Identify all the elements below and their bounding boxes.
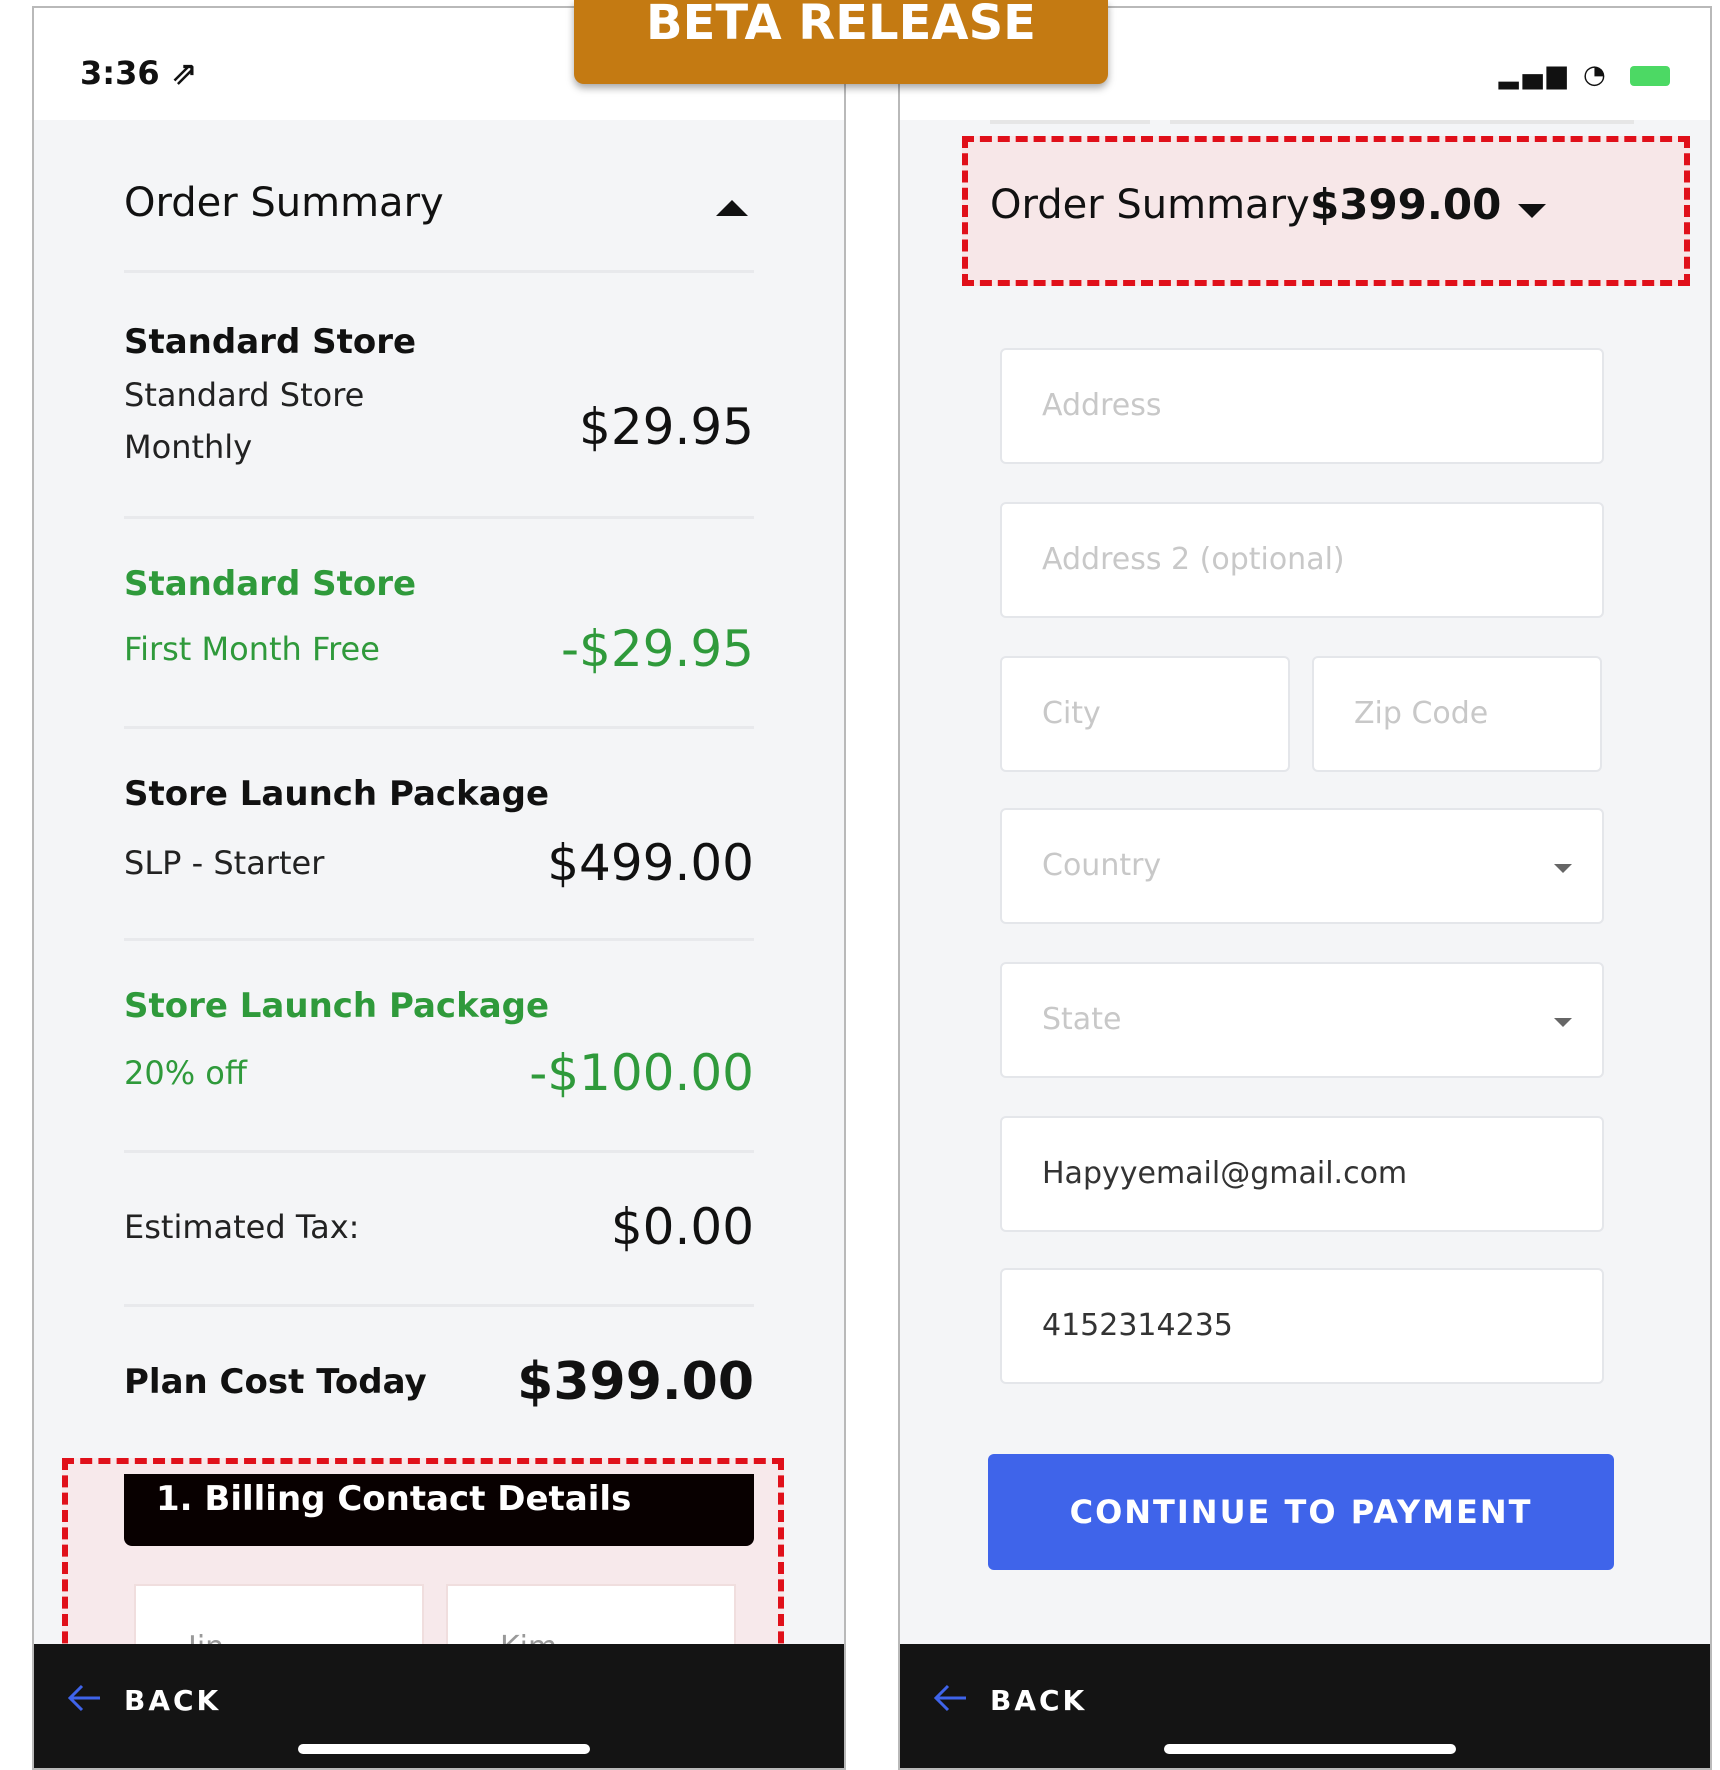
field-edge [990,120,1150,124]
signal-icon: ▂▄▆ [1498,60,1571,90]
chevron-down-icon [1554,1018,1572,1027]
divider [124,270,754,273]
line-item-price: $29.95 [579,398,754,456]
address2-field[interactable]: Address 2 (optional) [1000,502,1604,618]
continue-to-payment-button[interactable]: CONTINUE TO PAYMENT [988,1454,1614,1570]
divider [124,1304,754,1307]
order-summary-title[interactable]: Order Summary [990,182,1310,228]
divider [124,938,754,941]
order-summary-screen: 3:36 ⇗ Order Summary Standard Store Stan… [32,6,846,1770]
zip-code-field[interactable]: Zip Code [1312,656,1602,772]
chevron-down-icon[interactable] [1518,204,1546,218]
line-item-subtitle: Standard Store [124,376,365,414]
order-summary-title: Order Summary [124,180,444,226]
state-placeholder: State [1042,1002,1122,1037]
divider [124,1150,754,1153]
chevron-down-icon [1554,864,1572,873]
status-icons: ▂▄▆ ◔ [1499,60,1670,90]
back-arrow-icon[interactable] [64,1678,104,1718]
bottom-nav: BACK [900,1644,1710,1768]
plan-cost-total: $399.00 [517,1352,754,1412]
back-button[interactable]: BACK [124,1684,221,1717]
home-indicator [1164,1744,1456,1754]
billing-details-screen: ▂▄▆ ◔ Order Summary $399.00 Address Addr… [898,6,1712,1770]
state-select[interactable]: State [1000,962,1604,1078]
address-field[interactable]: Address [1000,348,1604,464]
discount-amount: -$29.95 [561,620,754,678]
estimated-tax-value: $0.00 [610,1198,754,1256]
phone-field[interactable]: 4152314235 [1000,1268,1604,1384]
city-field[interactable]: City [1000,656,1290,772]
discount-title: Standard Store [124,564,417,604]
discount-description: First Month Free [124,630,380,668]
beta-release-text: BETA RELEASE [646,0,1036,51]
divider [124,516,754,519]
wifi-icon: ◔ [1583,60,1610,90]
back-button[interactable]: BACK [990,1684,1087,1717]
beta-release-banner: BETA RELEASE [574,0,1108,84]
estimated-tax-label: Estimated Tax: [124,1208,360,1246]
divider [124,726,754,729]
status-time: 3:36 ⇗ [80,54,198,92]
order-summary-total[interactable]: $399.00 [1310,180,1501,229]
country-placeholder: Country [1042,848,1162,883]
line-item-title: Store Launch Package [124,774,550,814]
line-item-subtitle: SLP - Starter [124,844,325,882]
bottom-nav: BACK [34,1644,844,1768]
line-item-title: Standard Store [124,322,417,362]
line-item-price: $499.00 [547,834,754,892]
battery-icon [1630,65,1670,86]
discount-title: Store Launch Package [124,986,550,1026]
back-arrow-icon[interactable] [930,1678,970,1718]
email-field[interactable]: Hapyyemail@gmail.com [1000,1116,1604,1232]
home-indicator [298,1744,590,1754]
chevron-up-icon[interactable] [716,200,748,216]
field-edge [1170,120,1634,124]
plan-cost-label: Plan Cost Today [124,1362,427,1402]
billing-contact-tab[interactable]: 1. Billing Contact Details [124,1474,754,1546]
discount-description: 20% off [124,1054,247,1092]
line-item-billing-cycle: Monthly [124,428,253,466]
country-select[interactable]: Country [1000,808,1604,924]
discount-amount: -$100.00 [529,1044,754,1102]
